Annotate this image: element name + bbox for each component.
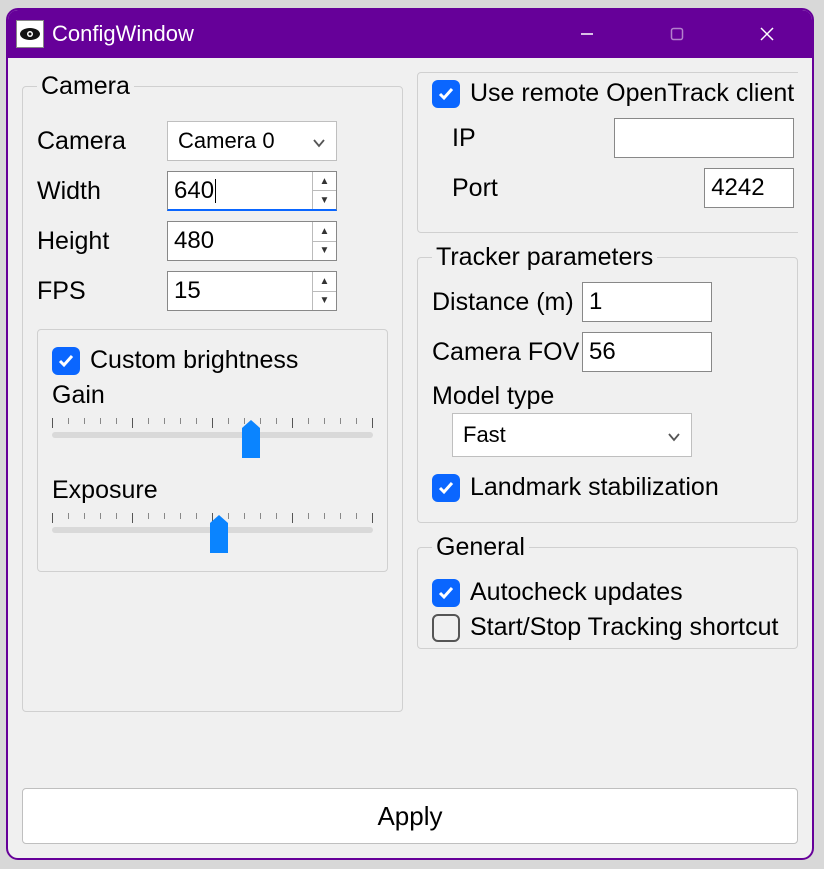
distance-input[interactable]: 1 bbox=[582, 282, 712, 322]
gain-slider[interactable] bbox=[52, 414, 373, 458]
height-spinbox[interactable]: 480 ▲ ▼ bbox=[167, 221, 337, 261]
custom-brightness-label: Custom brightness bbox=[90, 346, 298, 375]
maximize-icon bbox=[670, 27, 684, 41]
port-value: 4242 bbox=[711, 174, 764, 202]
close-button[interactable] bbox=[722, 10, 812, 58]
remote-group: Use remote OpenTrack client IP Port 4242 bbox=[417, 72, 798, 233]
tracker-legend: Tracker parameters bbox=[432, 243, 657, 272]
height-label: Height bbox=[37, 227, 167, 256]
landmark-stab-label: Landmark stabilization bbox=[470, 473, 719, 502]
width-spinbox[interactable]: 640 ▲ ▼ bbox=[167, 171, 337, 211]
exposure-slider-thumb[interactable] bbox=[210, 523, 228, 553]
fps-label: FPS bbox=[37, 277, 167, 306]
autocheck-checkbox[interactable] bbox=[432, 579, 460, 607]
camera-legend: Camera bbox=[37, 72, 134, 101]
shortcut-label: Start/Stop Tracking shortcut bbox=[470, 613, 778, 642]
window-title: ConfigWindow bbox=[52, 21, 194, 47]
height-value: 480 bbox=[174, 227, 214, 255]
height-step-up[interactable]: ▲ bbox=[313, 222, 336, 242]
gain-label: Gain bbox=[52, 381, 373, 410]
model-type-select[interactable]: Fast bbox=[452, 413, 692, 457]
titlebar: ConfigWindow bbox=[8, 10, 812, 58]
ip-label: IP bbox=[452, 124, 542, 153]
use-remote-checkbox[interactable] bbox=[432, 80, 460, 108]
fov-input[interactable]: 56 bbox=[582, 332, 712, 372]
apply-button[interactable]: Apply bbox=[22, 788, 798, 844]
check-icon bbox=[57, 352, 75, 370]
maximize-button[interactable] bbox=[632, 10, 722, 58]
autocheck-label: Autocheck updates bbox=[470, 578, 683, 607]
app-icon bbox=[16, 20, 44, 48]
camera-select-value: Camera 0 bbox=[178, 128, 275, 154]
check-icon bbox=[437, 479, 455, 497]
apply-label: Apply bbox=[377, 801, 442, 832]
distance-label: Distance (m) bbox=[432, 288, 582, 317]
fps-step-up[interactable]: ▲ bbox=[313, 272, 336, 292]
model-type-label: Model type bbox=[432, 382, 783, 411]
config-window: ConfigWindow Camera Camera Camera 0 bbox=[6, 8, 814, 860]
minimize-button[interactable] bbox=[542, 10, 632, 58]
camera-select-label: Camera bbox=[37, 127, 167, 156]
exposure-label: Exposure bbox=[52, 476, 373, 505]
distance-value: 1 bbox=[589, 288, 602, 316]
check-icon bbox=[437, 85, 455, 103]
general-group: General Autocheck updates Start/Stop Tra… bbox=[417, 533, 798, 649]
general-legend: General bbox=[432, 533, 529, 562]
use-remote-label: Use remote OpenTrack client bbox=[470, 79, 794, 108]
shortcut-checkbox[interactable] bbox=[432, 614, 460, 642]
tracker-group: Tracker parameters Distance (m) 1 Camera… bbox=[417, 243, 798, 523]
width-label: Width bbox=[37, 177, 167, 206]
fps-step-down[interactable]: ▼ bbox=[313, 292, 336, 311]
gain-slider-thumb[interactable] bbox=[242, 428, 260, 458]
landmark-stab-checkbox[interactable] bbox=[432, 474, 460, 502]
fov-value: 56 bbox=[589, 338, 616, 366]
height-step-down[interactable]: ▼ bbox=[313, 242, 336, 261]
port-label: Port bbox=[452, 174, 542, 203]
fps-spinbox[interactable]: 15 ▲ ▼ bbox=[167, 271, 337, 311]
fps-value: 15 bbox=[174, 277, 201, 305]
camera-select[interactable]: Camera 0 bbox=[167, 121, 337, 161]
camera-group: Camera Camera Camera 0 Width bbox=[22, 72, 403, 712]
fov-label: Camera FOV bbox=[432, 338, 582, 367]
custom-brightness-checkbox[interactable] bbox=[52, 347, 80, 375]
width-step-down[interactable]: ▼ bbox=[313, 191, 336, 209]
width-value: 640 bbox=[174, 177, 214, 205]
width-step-up[interactable]: ▲ bbox=[313, 172, 336, 191]
port-input[interactable]: 4242 bbox=[704, 168, 794, 208]
ip-input[interactable] bbox=[614, 118, 794, 158]
exposure-slider[interactable] bbox=[52, 509, 373, 553]
model-type-value: Fast bbox=[463, 422, 506, 448]
content-area: Camera Camera Camera 0 Width bbox=[8, 58, 812, 858]
check-icon bbox=[437, 584, 455, 602]
chevron-down-icon bbox=[312, 128, 326, 154]
brightness-group: Custom brightness Gain bbox=[37, 329, 388, 572]
chevron-down-icon bbox=[667, 422, 681, 448]
minimize-icon bbox=[580, 27, 594, 41]
close-icon bbox=[759, 26, 775, 42]
